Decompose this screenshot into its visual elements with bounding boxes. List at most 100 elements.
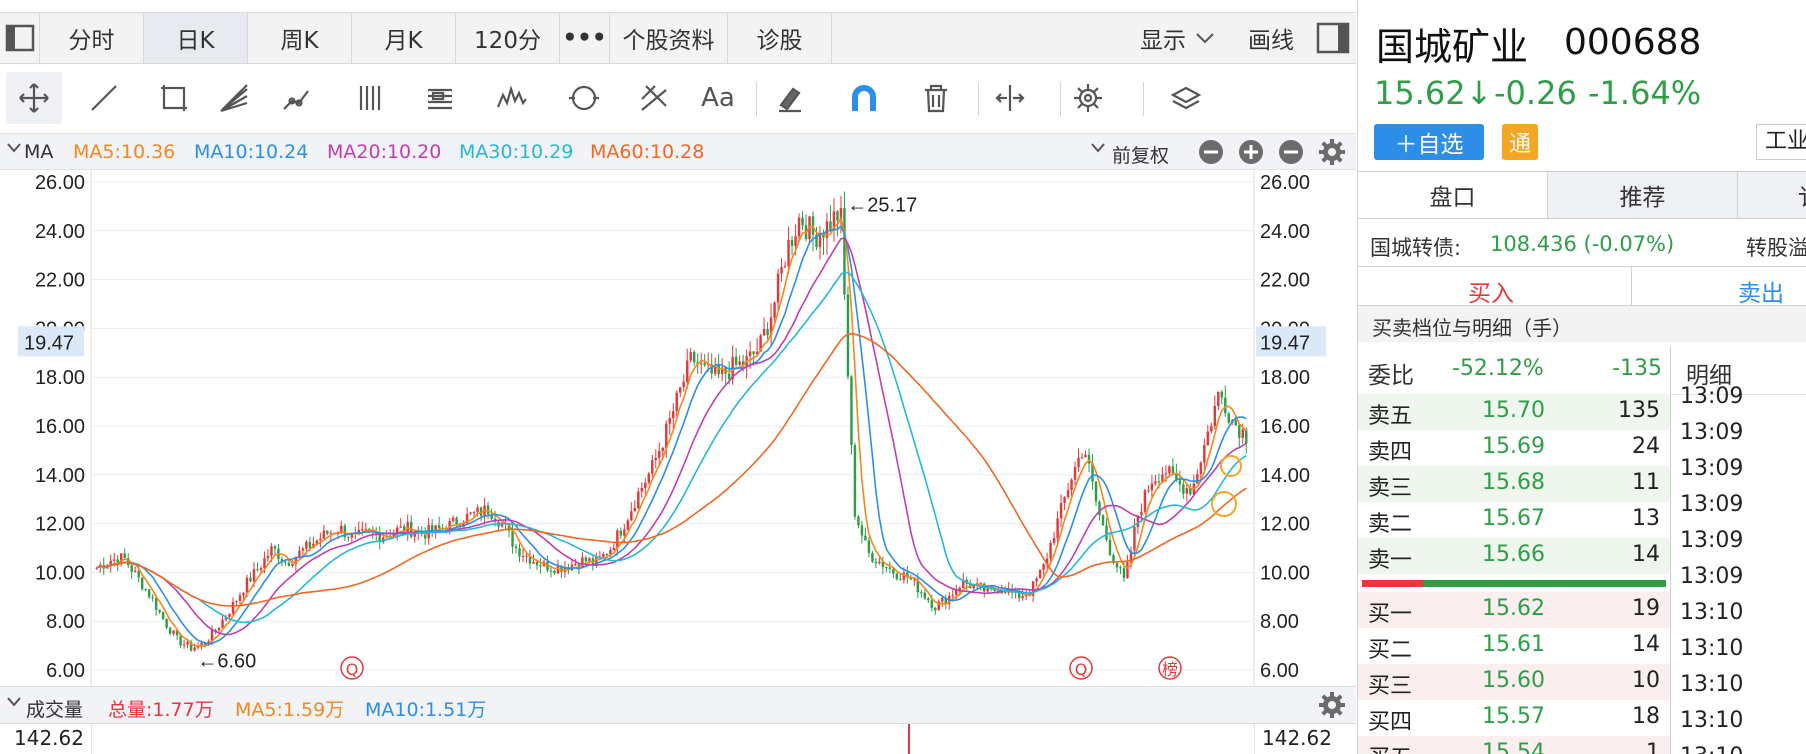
trade-time: 13:10	[1680, 600, 1744, 625]
add-watchlist-button[interactable]: ＋自选	[1374, 124, 1484, 160]
tab-weekly-k[interactable]: 周K	[248, 13, 352, 63]
tab-monthly-k[interactable]: 月K	[352, 13, 456, 63]
candle-body	[1171, 466, 1175, 474]
candle-body	[437, 525, 441, 529]
tab-diagnosis[interactable]: 诊股	[728, 13, 832, 63]
trade-time: 13:09	[1680, 492, 1744, 517]
fork-icon[interactable]	[626, 72, 682, 124]
candle-body	[1105, 525, 1108, 540]
ask-row[interactable]: 卖一 15.66 14	[1358, 538, 1670, 574]
ask-label: 卖三	[1368, 476, 1413, 501]
rectangle-icon[interactable]	[146, 72, 202, 124]
bond-value[interactable]: 108.436 (-0.07%)	[1490, 232, 1674, 256]
eraser-icon[interactable]	[762, 72, 818, 124]
tong-badge[interactable]: 通	[1502, 124, 1538, 160]
bid-price: 15.60	[1482, 668, 1545, 693]
display-dropdown[interactable]: 显示	[1124, 13, 1232, 63]
bid-row[interactable]: 买一 15.62 19	[1358, 592, 1670, 628]
tab-recommend[interactable]: 推荐	[1548, 172, 1738, 218]
ask-row[interactable]: 卖五 15.70 135	[1358, 394, 1670, 430]
chart-settings-gear-icon[interactable]	[1318, 138, 1346, 171]
ask-row[interactable]: 卖二 15.67 13	[1358, 502, 1670, 538]
candle-body	[1224, 397, 1227, 414]
tab-daily-k[interactable]: 日K	[144, 13, 248, 63]
draw-line-button[interactable]: 画线	[1232, 13, 1310, 63]
candlestick-chart[interactable]: 26.0026.0024.0024.0022.0022.0020.0020.00…	[0, 170, 1356, 686]
tab-more[interactable]: 讠	[1738, 172, 1806, 218]
segment-icon[interactable]	[268, 72, 324, 124]
candle-body	[151, 597, 154, 599]
candle-body	[476, 507, 479, 512]
magnet-icon[interactable]	[836, 72, 892, 124]
split-icon[interactable]	[982, 72, 1038, 124]
layers-icon[interactable]	[1158, 72, 1214, 124]
candle-body	[574, 564, 577, 566]
tab-120min[interactable]: 120分	[456, 13, 560, 63]
candle-body	[521, 555, 525, 557]
line-icon[interactable]	[76, 72, 132, 124]
crosshair-value-right: 19.47	[1260, 332, 1310, 354]
tab-fenshi[interactable]: 分时	[40, 13, 144, 63]
fan-icon[interactable]	[206, 72, 262, 124]
candle-body	[535, 561, 539, 566]
bid-price: 15.57	[1482, 704, 1545, 729]
adjust-chevron-icon[interactable]	[1090, 139, 1106, 161]
volume-settings-gear-icon[interactable]	[1318, 691, 1346, 724]
text-icon[interactable]: Aa	[690, 72, 746, 124]
candle-body	[256, 569, 259, 571]
candle-body	[549, 570, 553, 572]
bid-row[interactable]: 买二 15.61 14	[1358, 628, 1670, 664]
trade-time: 13:10	[1680, 708, 1744, 733]
minus-icon[interactable]	[1278, 139, 1304, 170]
y-tick-label-left: 6.00	[46, 660, 85, 682]
volume-collapse-icon[interactable]	[6, 693, 22, 715]
parallel-lines-icon[interactable]	[342, 72, 398, 124]
candle-body	[179, 635, 182, 646]
tab-orderbook[interactable]: 盘口	[1358, 172, 1548, 218]
text-box-icon[interactable]	[412, 72, 468, 124]
candle-body	[1196, 474, 1199, 484]
bid-row[interactable]: 买三 15.60 10	[1358, 664, 1670, 700]
candle-body	[455, 517, 458, 526]
candle-body	[762, 329, 766, 336]
tab-stock-profile[interactable]: 个股资料	[610, 13, 728, 63]
settings-icon[interactable]	[1060, 72, 1116, 124]
candle-body	[1035, 578, 1038, 582]
period-tab-bar: 分时 日K 周K 月K 120分 ••• 个股资料 诊股 显示 画线	[0, 12, 1356, 64]
more-tabs-button[interactable]: •••	[560, 13, 610, 63]
bid-row[interactable]: 买四 15.57 18	[1358, 700, 1670, 736]
adjust-mode-label[interactable]: 前复权	[1112, 141, 1169, 168]
candle-body	[927, 598, 930, 601]
ask-row[interactable]: 卖三 15.68 11	[1358, 466, 1670, 502]
candle-body	[235, 600, 238, 603]
candle-body	[319, 538, 322, 541]
bid-row[interactable]: 买五 15.54 1	[1358, 736, 1670, 754]
candle-body	[165, 619, 168, 628]
industry-tag[interactable]: 工业	[1756, 124, 1806, 160]
ask-price: 15.68	[1482, 470, 1545, 495]
volume-label: 成交量	[26, 699, 84, 721]
bid-label: 买四	[1368, 710, 1413, 735]
ma30-line	[96, 271, 1247, 624]
right-panel-toggle[interactable]	[1310, 13, 1356, 63]
zoom-in-icon[interactable]	[1238, 139, 1264, 170]
ask-row[interactable]: 卖四 15.69 24	[1358, 430, 1670, 466]
move-icon[interactable]	[6, 72, 62, 124]
candle-body	[1150, 483, 1154, 491]
trade-time: 13:09	[1680, 384, 1744, 409]
candle-body	[399, 526, 402, 528]
buy-button[interactable]: 买入	[1468, 274, 1514, 308]
collapse-icon[interactable]	[6, 139, 22, 161]
left-sidebar-toggle[interactable]	[0, 13, 40, 63]
candle-body	[1038, 569, 1042, 579]
candle-body	[783, 266, 787, 268]
zoom-out-icon[interactable]	[1198, 139, 1224, 170]
trash-icon[interactable]	[908, 72, 964, 124]
candle-body	[140, 577, 144, 590]
candle-body	[1119, 567, 1122, 569]
sell-button[interactable]: 卖出	[1738, 274, 1784, 308]
candle-body	[172, 630, 175, 634]
cycle-icon[interactable]	[556, 72, 612, 124]
wave-icon[interactable]	[484, 72, 540, 124]
candle-body	[1066, 490, 1070, 498]
